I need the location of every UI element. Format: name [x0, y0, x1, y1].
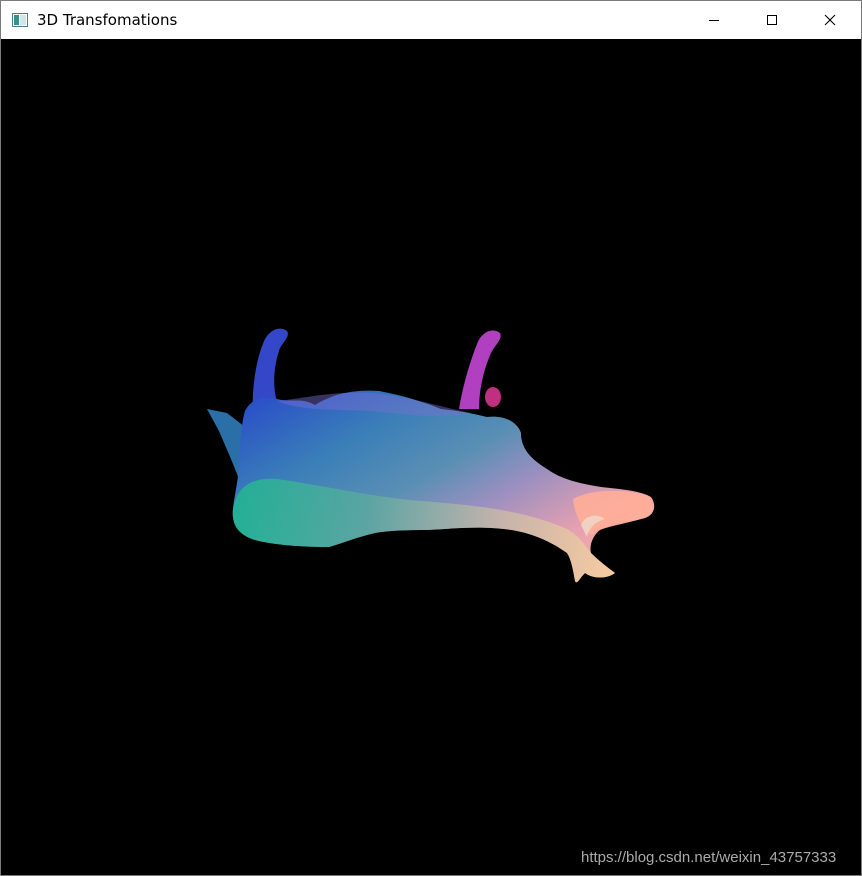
maximize-button[interactable] — [743, 1, 801, 39]
app-window-icon — [12, 12, 28, 27]
maximize-icon — [767, 15, 777, 25]
opengl-viewport[interactable]: https://blog.csdn.net/weixin_43757333 — [1, 39, 861, 875]
app-window: 3D Transfomations https://blog.csdn.net/… — [0, 0, 862, 876]
minimize-button[interactable] — [685, 1, 743, 39]
window-title: 3D Transfomations — [37, 11, 178, 29]
cow-model — [207, 328, 655, 583]
watermark-text: https://blog.csdn.net/weixin_43757333 — [581, 849, 837, 866]
minimize-icon — [709, 20, 719, 21]
title-bar[interactable]: 3D Transfomations — [1, 1, 861, 39]
close-button[interactable] — [801, 1, 859, 39]
close-icon — [824, 14, 836, 26]
